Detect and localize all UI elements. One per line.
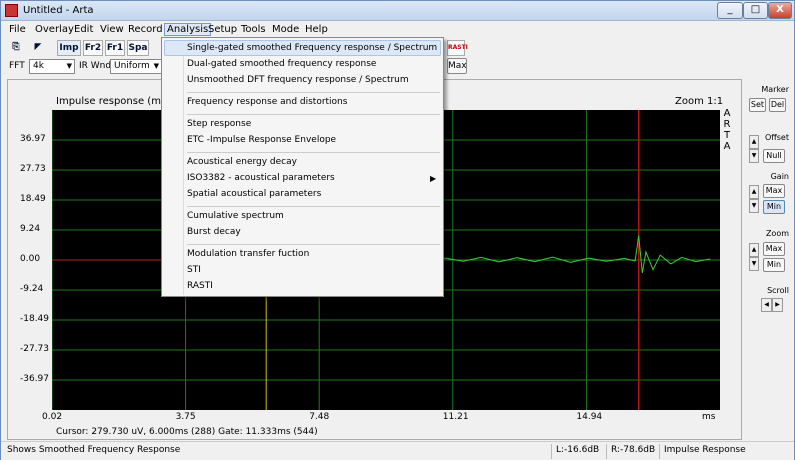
menu-setup[interactable]: Setup [208, 24, 237, 35]
irwnd-select[interactable]: Uniform ▼ [110, 59, 162, 74]
chevron-down-icon: ▼ [66, 62, 72, 70]
menu-view[interactable]: View [100, 24, 124, 35]
menu-item-sti[interactable]: STI [187, 265, 201, 275]
menu-edit[interactable]: Edit [74, 24, 93, 35]
zoom-panel-label: Zoom [765, 229, 789, 238]
fft-label: FFT [9, 61, 25, 71]
menu-separator [187, 92, 440, 93]
maximize-button[interactable]: □ [743, 2, 768, 19]
zoom-max-button[interactable]: Max [763, 242, 785, 256]
menu-gutter [183, 40, 184, 295]
copy-icon[interactable]: ⎘ [9, 40, 23, 56]
menu-item-cumulative[interactable]: Cumulative spectrum [187, 211, 284, 221]
marker-set-button[interactable]: Set [749, 98, 766, 112]
menu-mode[interactable]: Mode [272, 24, 299, 35]
right-panel: Marker Set Del Offset ▲ ▼ Null Gain ▲ ▼ … [744, 79, 794, 439]
zoom-label: Zoom 1:1 [675, 96, 724, 107]
status-left-level: L:-16.6dB [556, 445, 600, 455]
menu-item-step-response[interactable]: Step response [187, 119, 251, 129]
cursor-icon[interactable]: ◤ [31, 40, 45, 56]
x-tick-label: 0.02 [42, 412, 63, 422]
fr2-button[interactable]: Fr2 [83, 40, 103, 56]
app-icon [5, 4, 18, 17]
x-tick-label: 3.75 [175, 412, 196, 422]
menu-item-freq-distortions[interactable]: Frequency response and distortions [187, 97, 347, 107]
status-divider [659, 444, 660, 459]
window-title: Untitled - Arta [23, 5, 94, 16]
zoom-down-icon[interactable]: ▼ [749, 257, 759, 271]
app-window: Untitled - Arta _ □ X File Overlay Edit … [0, 0, 795, 460]
side-letter: T [723, 130, 731, 141]
scroll-left-icon[interactable]: ◀ [761, 298, 772, 312]
x-tick-label: ms [702, 412, 716, 422]
cursor-readout: Cursor: 279.730 uV, 6.000ms (288) Gate: … [56, 427, 318, 437]
menu-analysis[interactable]: Analysis [164, 23, 212, 36]
side-letter: R [723, 119, 731, 130]
status-bar: Shows Smoothed Frequency Response L:-16.… [1, 441, 794, 460]
rasti-button[interactable]: RASTI [447, 40, 468, 56]
menu-record[interactable]: Record [128, 24, 163, 35]
side-label: A R T A [721, 108, 733, 152]
status-right-level: R:-78.6dB [611, 445, 656, 455]
side-letter: A [723, 141, 731, 152]
menu-item-spatial[interactable]: Spatial acoustical parameters [187, 189, 321, 199]
menu-help[interactable]: Help [305, 24, 328, 35]
x-tick-label: 14.94 [576, 412, 603, 422]
imp-button[interactable]: Imp [57, 40, 81, 56]
fft-value: 4k [33, 61, 44, 71]
gain-up-icon[interactable]: ▲ [749, 185, 759, 199]
zoom-min-button[interactable]: Min [763, 258, 785, 272]
gain-down-icon[interactable]: ▼ [749, 199, 759, 213]
marker-del-button[interactable]: Del [769, 98, 786, 112]
side-letter: A [723, 108, 731, 119]
gain-min-button[interactable]: Min [763, 200, 785, 214]
analysis-dropdown: Single-gated smoothed Frequency response… [161, 37, 444, 297]
menu-separator [187, 244, 440, 245]
irwnd-label: IR Wnd [79, 61, 112, 71]
menu-item-burst-decay[interactable]: Burst decay [187, 227, 241, 237]
spa-button[interactable]: Spa [127, 40, 149, 56]
menu-item-mtf[interactable]: Modulation transfer fuction [187, 249, 309, 259]
scroll-right-icon[interactable]: ▶ [772, 298, 783, 312]
zoom-up-icon[interactable]: ▲ [749, 243, 759, 257]
close-button[interactable]: X [768, 2, 792, 19]
menu-item-dual-gated[interactable]: Dual-gated smoothed frequency response [187, 59, 376, 69]
max-button[interactable]: Max [447, 58, 467, 74]
gain-label: Gain [770, 172, 789, 181]
status-message: Shows Smoothed Frequency Response [7, 445, 181, 455]
menu-separator [187, 152, 440, 153]
status-divider [606, 444, 607, 459]
title-bar[interactable]: Untitled - Arta _ □ X [1, 1, 794, 21]
submenu-arrow-icon: ▶ [430, 174, 437, 183]
menu-separator [187, 206, 440, 207]
menu-overlay[interactable]: Overlay [35, 24, 74, 35]
menu-file[interactable]: File [9, 24, 26, 35]
scroll-label: Scroll [767, 286, 789, 295]
x-tick-label: 7.48 [309, 412, 330, 422]
fft-select[interactable]: 4k ▼ [29, 59, 75, 74]
chevron-down-icon: ▼ [153, 62, 159, 70]
gain-max-button[interactable]: Max [763, 184, 785, 198]
menu-item-rasti[interactable]: RASTI [187, 281, 213, 291]
menu-item-energy-decay[interactable]: Acoustical energy decay [187, 157, 297, 167]
offset-down-icon[interactable]: ▼ [749, 149, 759, 163]
offset-null-button[interactable]: Null [763, 149, 785, 163]
status-divider [551, 444, 552, 459]
menu-item-single-gated[interactable]: Single-gated smoothed Frequency response… [187, 43, 437, 53]
marker-label: Marker [761, 85, 789, 94]
menu-separator [187, 114, 440, 115]
menu-bar: File Overlay Edit View Record Analysis S… [1, 22, 794, 38]
offset-up-icon[interactable]: ▲ [749, 135, 759, 149]
minimize-button[interactable]: _ [717, 2, 743, 19]
status-mode: Impulse Response [664, 445, 746, 455]
fr1-button[interactable]: Fr1 [105, 40, 125, 56]
irwnd-value: Uniform [114, 61, 150, 71]
x-tick-label: 11.21 [442, 412, 469, 422]
menu-item-iso3382[interactable]: ISO3382 - acoustical parameters [187, 173, 335, 183]
menu-tools[interactable]: Tools [241, 24, 266, 35]
menu-item-unsmoothed-dft[interactable]: Unsmoothed DFT frequency response / Spec… [187, 75, 409, 85]
menu-item-etc[interactable]: ETC -Impulse Response Envelope [187, 135, 336, 145]
